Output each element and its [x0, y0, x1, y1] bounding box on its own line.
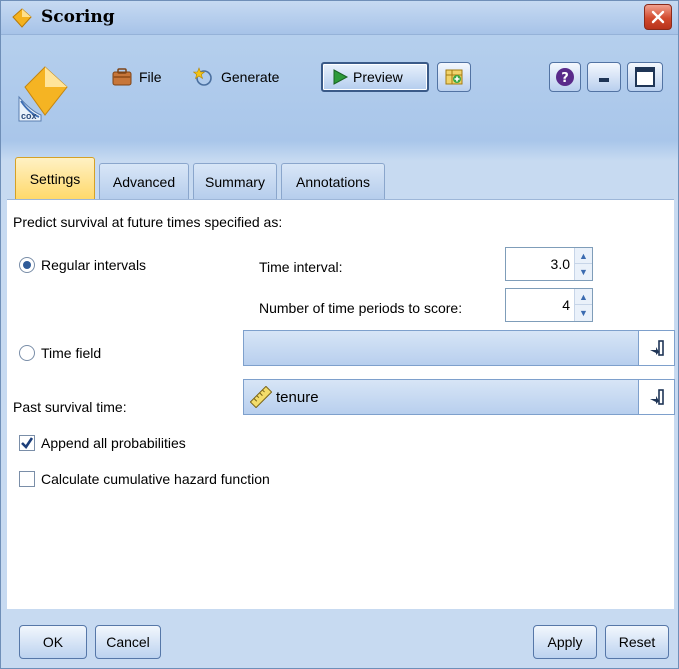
generate-menu[interactable]: Generate — [193, 61, 279, 93]
regular-intervals-radio[interactable] — [19, 257, 35, 273]
apply-button-label: Apply — [547, 634, 583, 650]
past-survival-selector[interactable]: tenure — [243, 379, 675, 415]
settings-panel: Predict survival at future times specifi… — [7, 199, 675, 609]
preview-label: Preview — [353, 69, 403, 85]
help-button[interactable]: ? — [549, 62, 581, 92]
field-picker-icon — [649, 389, 664, 405]
tab-advanced[interactable]: Advanced — [99, 163, 189, 199]
preview-button[interactable]: Preview — [321, 62, 429, 92]
cumulative-hazard-checkbox[interactable] — [19, 471, 35, 487]
spin-down-icon[interactable]: ▼ — [575, 264, 592, 280]
maximize-button[interactable] — [627, 62, 663, 92]
help-icon: ? — [556, 68, 574, 86]
checkmark-icon — [21, 437, 34, 450]
output-table-button[interactable] — [437, 62, 471, 92]
diamond-node-icon — [12, 8, 32, 28]
ok-button[interactable]: OK — [19, 625, 87, 659]
window-title: Scoring — [41, 7, 115, 27]
past-survival-value: tenure — [276, 389, 319, 406]
cox-model-node-icon: cox — [15, 63, 71, 133]
node-badge-label: cox — [21, 111, 37, 121]
time-interval-arrows[interactable]: ▲ ▼ — [574, 248, 592, 280]
cancel-button[interactable]: Cancel — [95, 625, 161, 659]
tab-advanced-label: Advanced — [112, 173, 176, 190]
time-field-selector[interactable] — [243, 330, 675, 366]
cancel-button-label: Cancel — [106, 634, 150, 650]
ruler-icon — [250, 386, 272, 408]
tab-settings[interactable]: Settings — [15, 157, 95, 199]
table-plus-icon — [445, 69, 463, 85]
maximize-icon — [635, 67, 655, 87]
num-periods-spinner[interactable]: 4 ▲ ▼ — [505, 288, 593, 322]
briefcase-icon — [112, 68, 132, 86]
field-picker-button[interactable] — [638, 331, 674, 365]
play-icon — [333, 69, 349, 85]
predict-heading: Predict survival at future times specifi… — [13, 214, 283, 230]
minimize-icon — [599, 78, 609, 82]
past-survival-label: Past survival time: — [13, 399, 127, 415]
append-probabilities-label[interactable]: Append all probabilities — [41, 435, 186, 451]
ok-button-label: OK — [42, 634, 64, 650]
toolbar: File Generate Preview ? — [105, 61, 675, 95]
tab-annotations[interactable]: Annotations — [281, 163, 385, 199]
close-button[interactable] — [644, 4, 672, 30]
num-periods-value: 4 — [562, 297, 570, 313]
file-menu[interactable]: File — [111, 61, 162, 93]
append-probabilities-checkbox[interactable] — [19, 435, 35, 451]
scoring-dialog: Scoring cox File Generate Preview ? Sett… — [0, 0, 679, 669]
tab-settings-label: Settings — [29, 170, 81, 187]
apply-button[interactable]: Apply — [533, 625, 597, 659]
time-field-radio[interactable] — [19, 345, 35, 361]
close-icon — [651, 10, 665, 24]
regular-intervals-label[interactable]: Regular intervals — [41, 257, 146, 273]
spin-up-icon[interactable]: ▲ — [575, 248, 592, 264]
num-periods-arrows[interactable]: ▲ ▼ — [574, 289, 592, 321]
minimize-button[interactable] — [587, 62, 621, 92]
generate-sparkle-icon — [193, 67, 212, 86]
tab-annotations-label: Annotations — [296, 173, 370, 190]
svg-text:?: ? — [561, 71, 569, 86]
field-picker-icon — [649, 340, 664, 356]
time-interval-label: Time interval: — [259, 259, 343, 275]
time-interval-spinner[interactable]: 3.0 ▲ ▼ — [505, 247, 593, 281]
time-interval-value: 3.0 — [550, 256, 570, 272]
title-bar[interactable]: Scoring — [1, 1, 678, 35]
spin-down-icon[interactable]: ▼ — [575, 305, 592, 321]
num-periods-label: Number of time periods to score: — [259, 300, 463, 316]
spin-up-icon[interactable]: ▲ — [575, 289, 592, 305]
file-menu-label: File — [139, 69, 162, 85]
tab-summary[interactable]: Summary — [193, 163, 277, 199]
reset-button-label: Reset — [618, 634, 656, 650]
field-picker-button[interactable] — [638, 380, 674, 414]
tab-summary-label: Summary — [205, 173, 265, 190]
time-field-label[interactable]: Time field — [41, 345, 101, 361]
reset-button[interactable]: Reset — [605, 625, 669, 659]
cumulative-hazard-label[interactable]: Calculate cumulative hazard function — [41, 471, 270, 487]
generate-menu-label: Generate — [221, 69, 280, 85]
